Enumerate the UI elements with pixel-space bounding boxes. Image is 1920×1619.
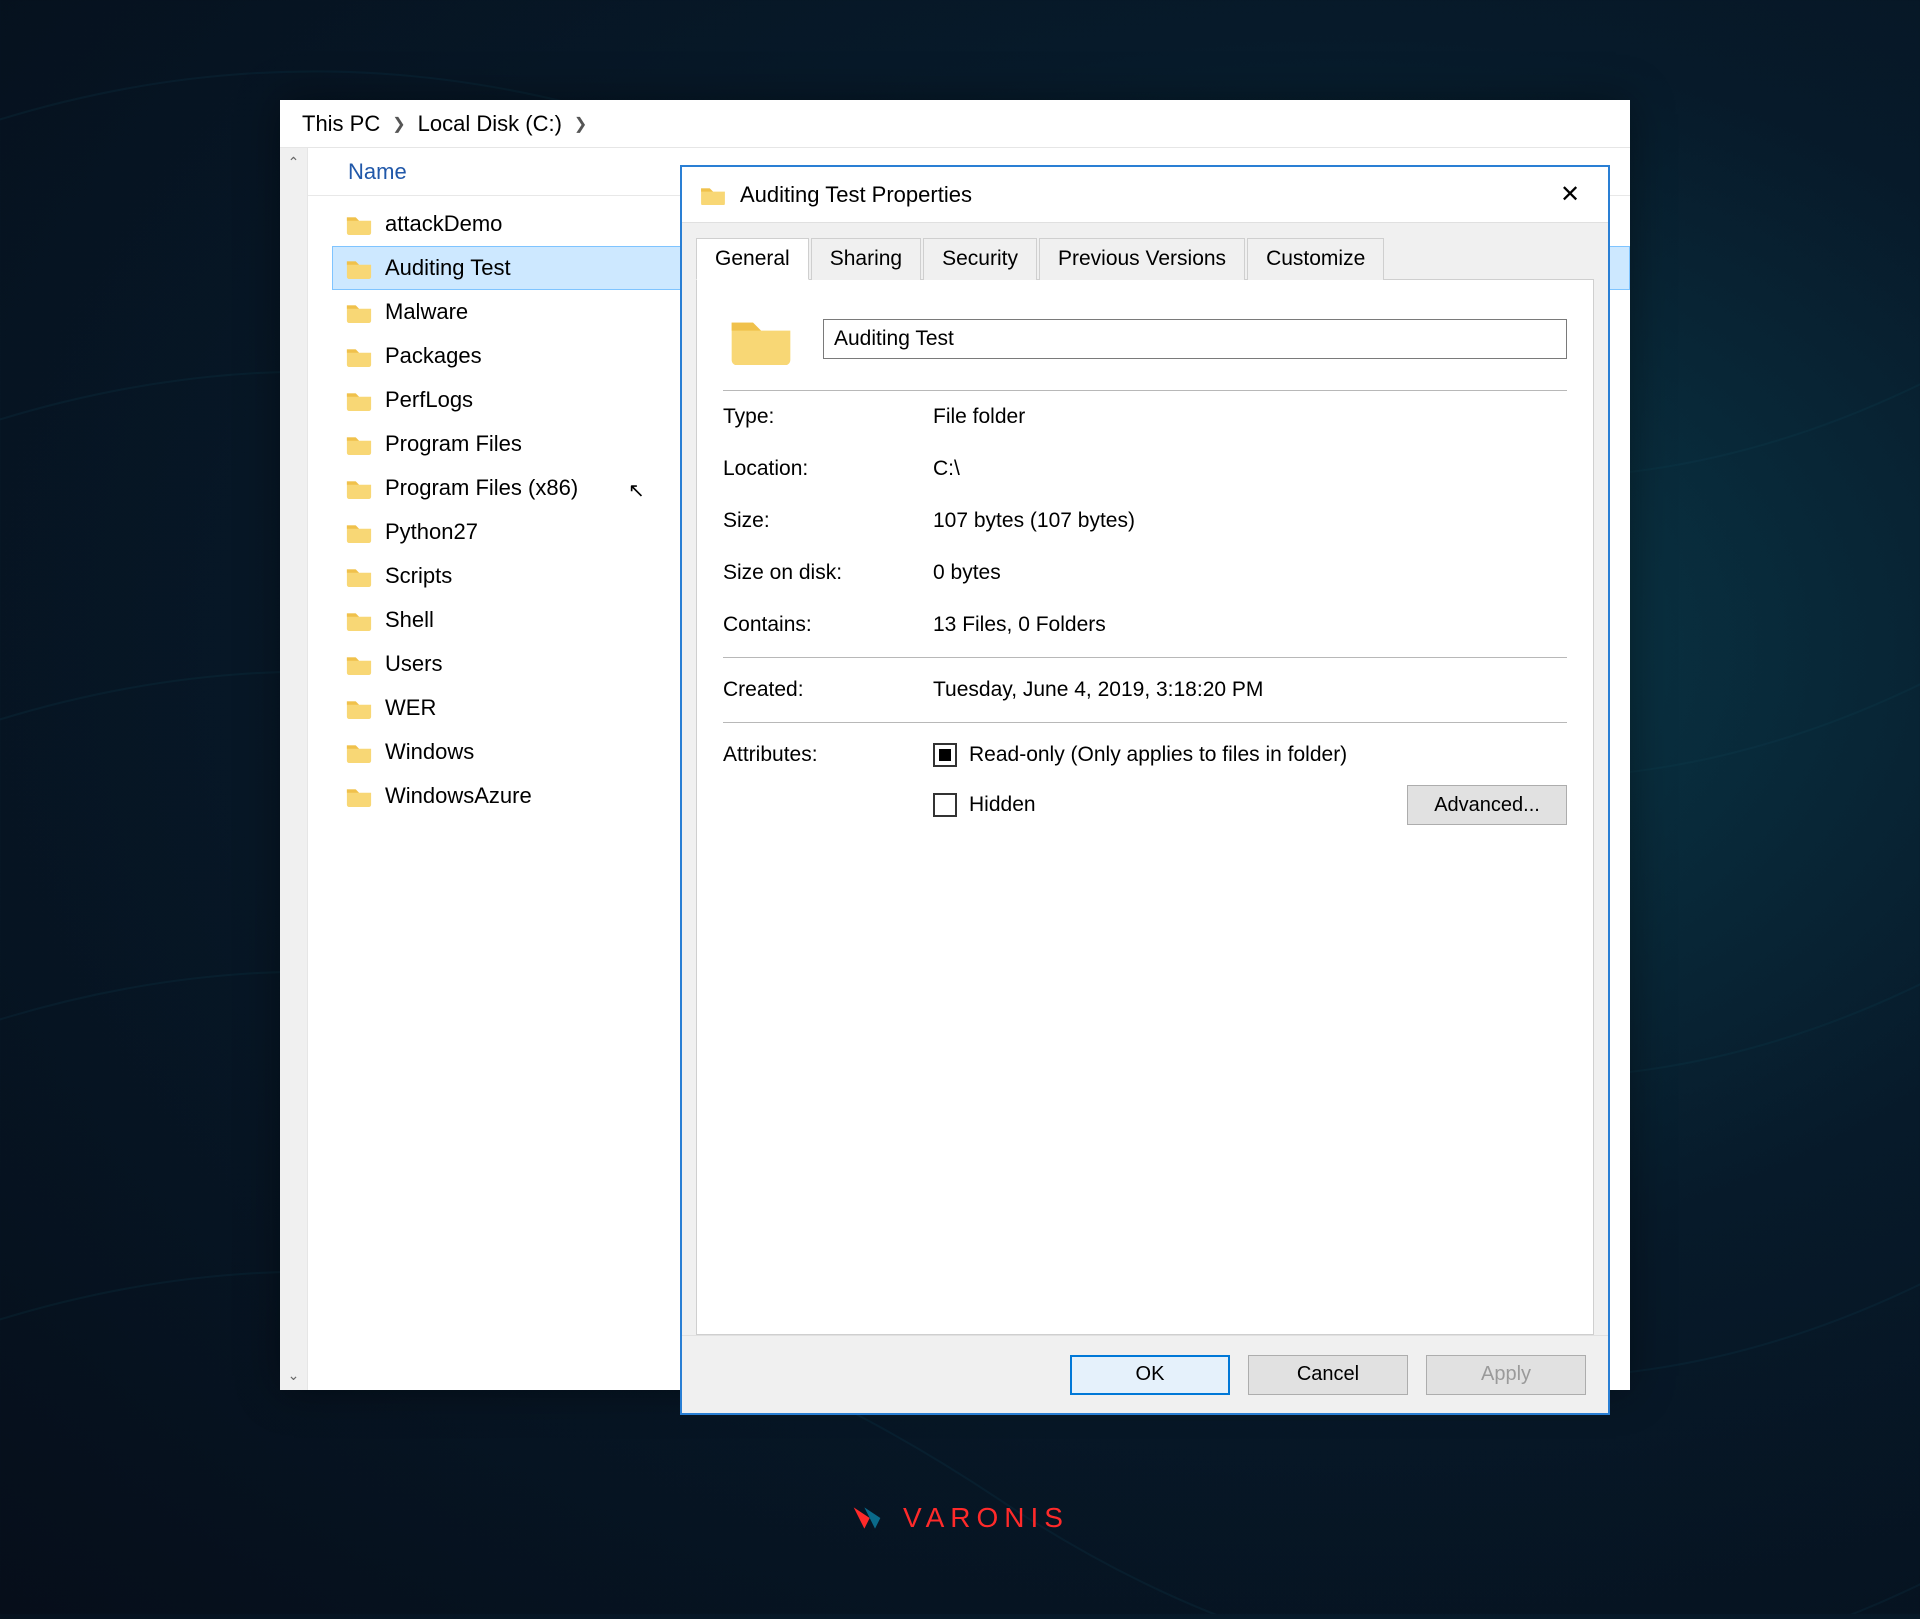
folder-icon <box>345 213 373 235</box>
column-header-label: Name <box>348 159 407 185</box>
dialog-titlebar[interactable]: Auditing Test Properties ✕ <box>682 167 1608 223</box>
breadcrumb-root[interactable]: This PC <box>296 107 386 141</box>
scroll-down-arrow-icon[interactable]: ⌄ <box>288 1367 300 1384</box>
type-label: Type: <box>723 405 933 429</box>
chevron-right-icon: ❯ <box>392 114 405 134</box>
breadcrumb[interactable]: This PC ❯ Local Disk (C:) ❯ <box>280 100 1630 148</box>
folder-icon <box>345 741 373 763</box>
folder-icon-large <box>729 312 793 366</box>
folder-icon <box>345 301 373 323</box>
cancel-button[interactable]: Cancel <box>1248 1355 1408 1395</box>
dialog-title: Auditing Test Properties <box>740 182 972 208</box>
created-label: Created: <box>723 678 933 702</box>
hidden-checkbox[interactable] <box>933 793 957 817</box>
dialog-footer: OK Cancel Apply <box>682 1335 1608 1413</box>
folder-icon <box>345 389 373 411</box>
close-button[interactable]: ✕ <box>1550 175 1590 215</box>
tab-previous-versions[interactable]: Previous Versions <box>1039 238 1245 280</box>
folder-icon <box>345 697 373 719</box>
contains-value: 13 Files, 0 Folders <box>933 613 1106 637</box>
sizeondisk-value: 0 bytes <box>933 561 1001 585</box>
readonly-checkbox[interactable] <box>933 743 957 767</box>
folder-icon <box>345 433 373 455</box>
folder-icon <box>345 565 373 587</box>
file-name: Program Files <box>385 431 522 457</box>
tab-security[interactable]: Security <box>923 238 1037 280</box>
folder-icon <box>345 521 373 543</box>
file-name: Malware <box>385 299 468 325</box>
contains-label: Contains: <box>723 613 933 637</box>
file-name: Windows <box>385 739 474 765</box>
folder-icon <box>345 653 373 675</box>
folder-icon <box>345 345 373 367</box>
tab-sharing[interactable]: Sharing <box>811 238 921 280</box>
breadcrumb-drive[interactable]: Local Disk (C:) <box>412 107 568 141</box>
location-label: Location: <box>723 457 933 481</box>
file-name: PerfLogs <box>385 387 473 413</box>
folder-icon <box>345 477 373 499</box>
folder-icon <box>345 785 373 807</box>
scroll-up-arrow-icon[interactable]: ⌃ <box>288 154 300 171</box>
type-value: File folder <box>933 405 1025 429</box>
varonis-brand: VARONIS <box>851 1502 1069 1534</box>
tab-customize[interactable]: Customize <box>1247 238 1384 280</box>
file-name: Shell <box>385 607 434 633</box>
apply-button[interactable]: Apply <box>1426 1355 1586 1395</box>
file-name: WindowsAzure <box>385 783 532 809</box>
folder-name-input[interactable] <box>823 319 1567 359</box>
general-tab-panel: Type:File folder Location:C:\ Size:107 b… <box>696 279 1594 1335</box>
location-value: C:\ <box>933 457 960 481</box>
file-name: Program Files (x86) <box>385 475 578 501</box>
folder-icon <box>700 184 726 206</box>
dialog-tabs: GeneralSharingSecurityPrevious VersionsC… <box>696 237 1594 279</box>
tab-general[interactable]: General <box>696 238 809 280</box>
properties-dialog: Auditing Test Properties ✕ GeneralSharin… <box>680 165 1610 1415</box>
file-name: attackDemo <box>385 211 502 237</box>
file-name: Packages <box>385 343 482 369</box>
varonis-brand-text: VARONIS <box>903 1502 1069 1534</box>
attributes-label: Attributes: <box>723 743 933 825</box>
sizeondisk-label: Size on disk: <box>723 561 933 585</box>
ok-button[interactable]: OK <box>1070 1355 1230 1395</box>
size-value: 107 bytes (107 bytes) <box>933 509 1135 533</box>
folder-icon <box>345 609 373 631</box>
vertical-scrollbar[interactable]: ⌃ ⌄ <box>280 148 308 1390</box>
file-name: Scripts <box>385 563 452 589</box>
chevron-right-icon: ❯ <box>574 114 587 134</box>
file-name: WER <box>385 695 436 721</box>
file-name: Users <box>385 651 442 677</box>
hidden-label: Hidden <box>969 793 1036 817</box>
readonly-label: Read-only (Only applies to files in fold… <box>969 743 1347 767</box>
created-value: Tuesday, June 4, 2019, 3:18:20 PM <box>933 678 1263 702</box>
folder-icon <box>345 257 373 279</box>
file-name: Python27 <box>385 519 478 545</box>
file-name: Auditing Test <box>385 255 511 281</box>
size-label: Size: <box>723 509 933 533</box>
varonis-logo-icon <box>851 1504 891 1532</box>
advanced-button[interactable]: Advanced... <box>1407 785 1567 825</box>
